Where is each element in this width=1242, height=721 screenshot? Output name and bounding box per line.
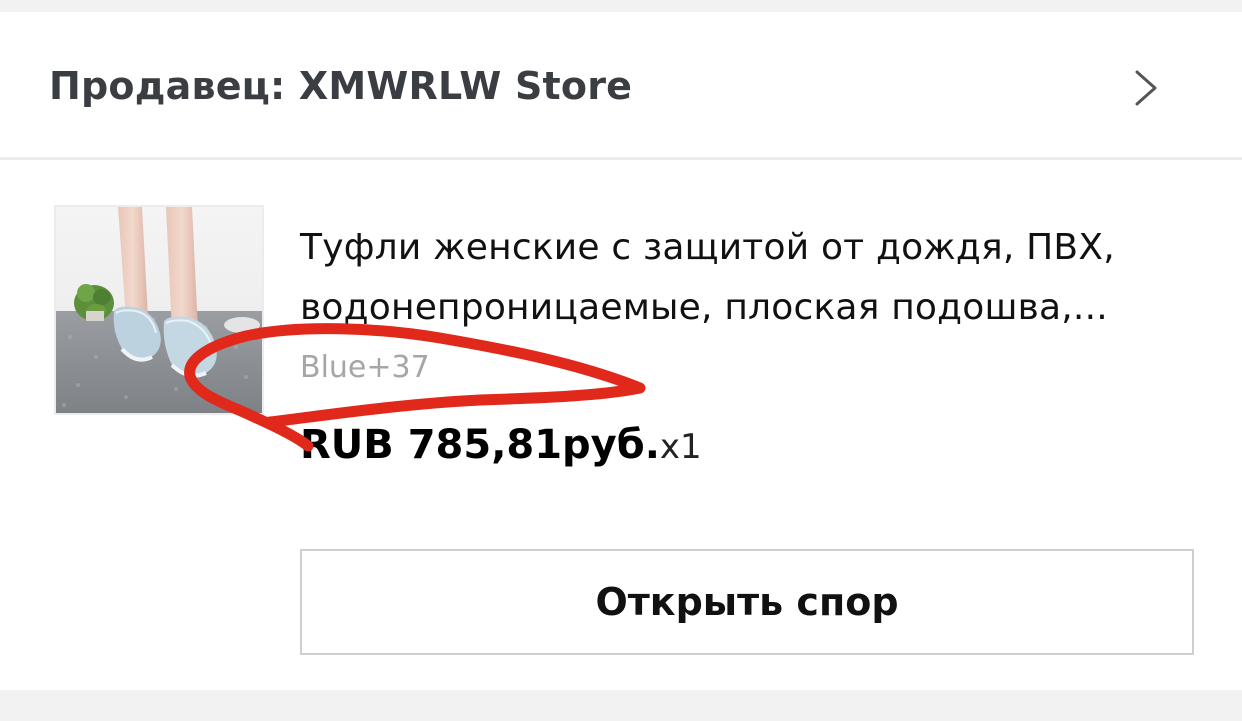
seller-row[interactable]: Продавец: XMWRLW Store bbox=[0, 12, 1242, 160]
product-price: RUB 785,81руб. bbox=[300, 422, 660, 468]
product-variant: Blue+37 bbox=[300, 350, 430, 385]
product-quantity: x1 bbox=[659, 427, 702, 467]
price-row: RUB 785,81руб.x1 bbox=[300, 422, 702, 468]
product-title-line-2: водонепроницаемые, плоская подошва,... bbox=[300, 287, 1108, 328]
chevron-right-icon bbox=[1135, 70, 1157, 106]
product-title-line-1: Туфли женские с защитой от дождя, ПВХ, bbox=[300, 227, 1115, 268]
product-photo-shoes-icon bbox=[56, 207, 262, 413]
seller-label: Продавец: XMWRLW Store bbox=[49, 64, 633, 108]
open-dispute-button[interactable]: Открыть спор bbox=[300, 549, 1194, 655]
product-image[interactable] bbox=[54, 205, 264, 415]
product-title[interactable]: Туфли женские с защитой от дождя, ПВХ, в… bbox=[300, 218, 1180, 338]
